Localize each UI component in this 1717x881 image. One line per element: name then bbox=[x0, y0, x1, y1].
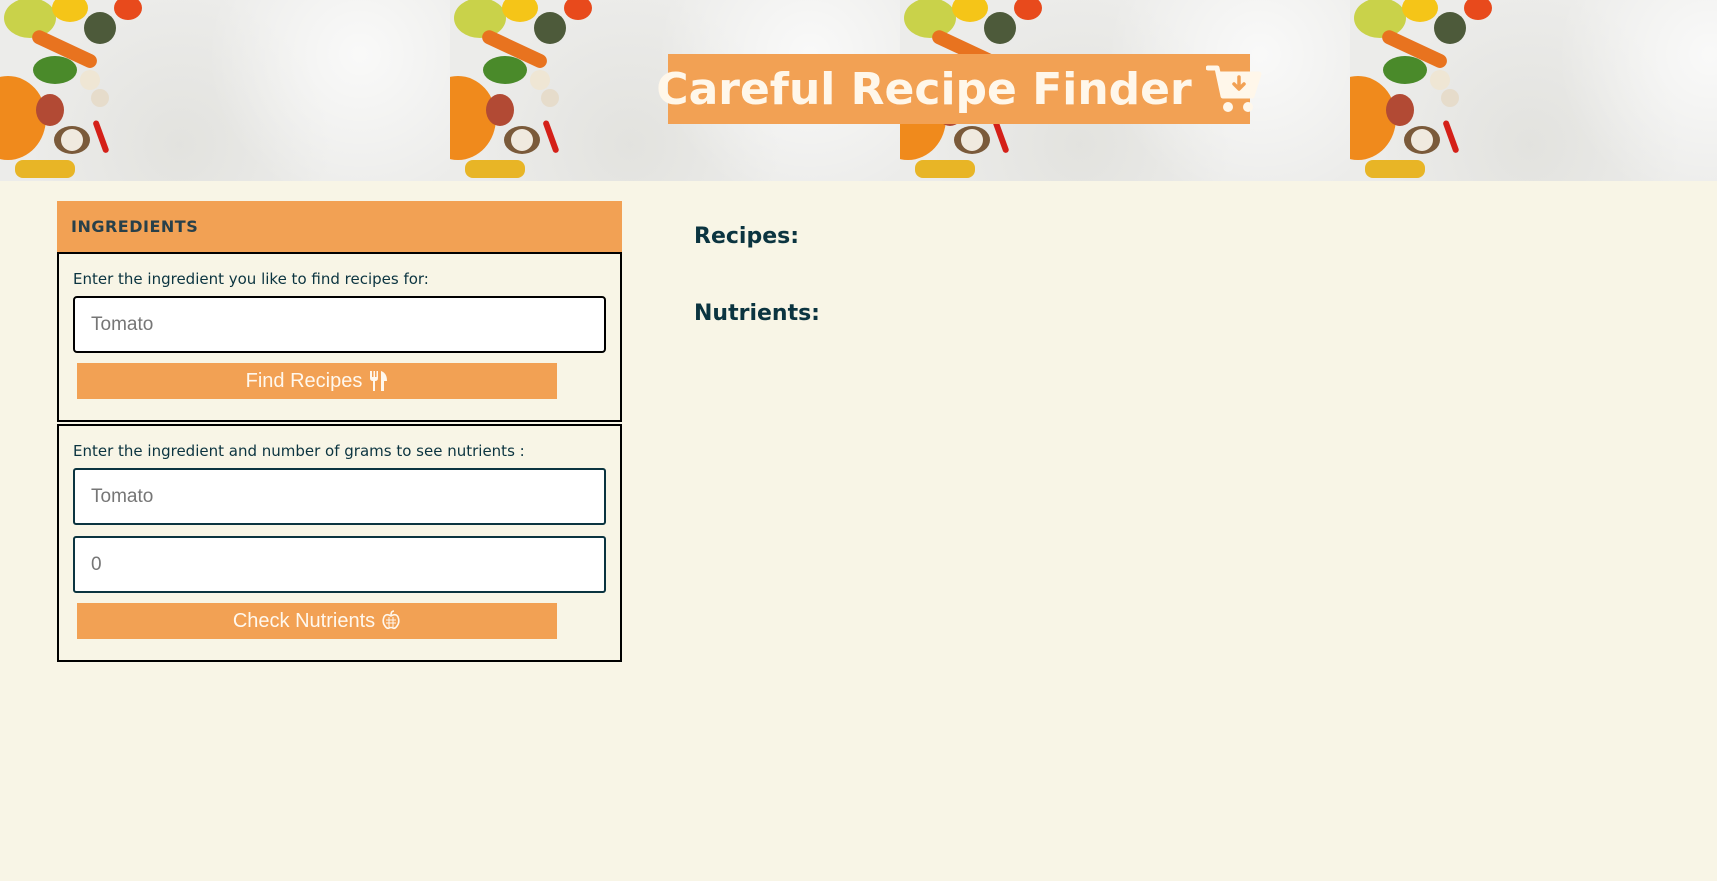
check-nutrients-button[interactable]: Check Nutrients bbox=[77, 603, 557, 639]
panel-heading: INGREDIENTS bbox=[57, 201, 622, 252]
check-nutrients-label: Check Nutrients bbox=[232, 609, 376, 632]
nutrient-ingredient-input[interactable] bbox=[73, 468, 606, 525]
find-recipes-label: Find Recipes bbox=[245, 369, 363, 392]
app-title: Careful Recipe Finder bbox=[656, 63, 1192, 115]
app-title-box: Careful Recipe Finder bbox=[656, 54, 1262, 124]
nutrients-label: Enter the ingredient and number of grams… bbox=[73, 442, 525, 460]
recipe-ingredient-input[interactable] bbox=[73, 296, 606, 353]
utensils-icon bbox=[368, 370, 388, 392]
nutrients-section: Enter the ingredient and number of grams… bbox=[57, 424, 622, 662]
cart-download-icon bbox=[1205, 64, 1262, 114]
find-recipes-button[interactable]: Find Recipes bbox=[77, 363, 557, 399]
grams-input[interactable] bbox=[73, 536, 606, 593]
apple-icon bbox=[381, 610, 401, 632]
recipe-search-section: Enter the ingredient you like to find re… bbox=[57, 252, 622, 422]
vegetable-banner-image bbox=[1350, 0, 1717, 181]
recipes-heading: Recipes: bbox=[694, 224, 800, 249]
results-area: Recipes: Nutrients: bbox=[694, 224, 820, 326]
nutrients-heading: Nutrients: bbox=[694, 301, 820, 326]
ingredients-panel: INGREDIENTS Enter the ingredient you lik… bbox=[57, 201, 622, 662]
recipe-ingredient-label: Enter the ingredient you like to find re… bbox=[73, 270, 429, 288]
vegetable-banner-image bbox=[0, 0, 450, 181]
